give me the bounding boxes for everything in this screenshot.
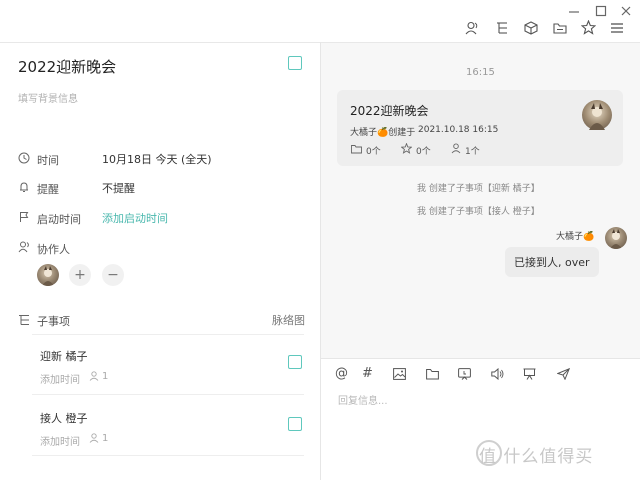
person-icon: [89, 371, 99, 381]
message-sender: 大橘子🍊: [556, 232, 595, 242]
folder-icon[interactable]: [553, 21, 567, 35]
card-stat-stars: 0个: [416, 147, 431, 157]
start-time-label: 启动时间: [37, 213, 81, 226]
card-creator: 大橘子🍊创建于: [350, 128, 416, 138]
watermark-text: 值 什么值得买: [479, 447, 594, 467]
bell-icon: [18, 181, 30, 193]
image-icon[interactable]: [393, 368, 406, 380]
members-icon[interactable]: [465, 21, 479, 35]
chat-timestamp: 16:15: [466, 67, 495, 78]
person-icon: [451, 143, 461, 154]
maximize-icon[interactable]: [595, 5, 607, 17]
mindmap-link[interactable]: 脉络图: [272, 312, 305, 328]
star-icon: [401, 143, 412, 154]
presentation-icon[interactable]: [523, 368, 536, 380]
card-stat-files: 0个: [366, 147, 381, 157]
system-message: 我 创建了子事项【接人 橙子】: [417, 207, 540, 217]
menu-icon[interactable]: [610, 21, 624, 35]
subtask-add-time[interactable]: 添加时间: [40, 433, 80, 448]
subtask-add-time[interactable]: 添加时间: [40, 371, 80, 386]
add-collaborator-button[interactable]: +: [69, 264, 91, 286]
subtask-checkbox[interactable]: [288, 355, 302, 369]
person-icon: [18, 241, 30, 253]
subtask-title[interactable]: 迎新 橘子: [40, 348, 88, 364]
card-stat-members: 1个: [465, 147, 480, 157]
time-value[interactable]: 10月18日 今天 (全天): [102, 151, 212, 167]
task-title[interactable]: 2022迎新晚会: [18, 56, 116, 77]
remove-collaborator-button[interactable]: −: [102, 264, 124, 286]
clock-icon: [18, 152, 30, 164]
sender-avatar[interactable]: [605, 227, 627, 249]
subtask-checkbox[interactable]: [288, 417, 302, 431]
collaborator-avatar[interactable]: [37, 264, 59, 286]
hashtag-icon[interactable]: #: [362, 367, 373, 381]
chat-screen-icon[interactable]: [458, 368, 471, 380]
time-label: 时间: [37, 154, 59, 167]
window-titlebar: [0, 0, 640, 42]
subtask-member-count: 1: [102, 371, 109, 382]
box-icon[interactable]: [524, 21, 538, 35]
star-icon[interactable]: [581, 20, 596, 35]
send-icon[interactable]: [557, 368, 570, 380]
speaker-icon[interactable]: [491, 368, 504, 380]
flag-icon: [18, 211, 30, 223]
system-message: 我 创建了子事项【迎新 橘子】: [417, 184, 540, 194]
background-info-input[interactable]: 填写背景信息: [18, 90, 78, 105]
task-complete-checkbox[interactable]: [288, 56, 302, 70]
card-title: 2022迎新晚会: [350, 104, 429, 118]
close-icon[interactable]: [620, 5, 632, 17]
reminder-label: 提醒: [37, 183, 59, 196]
card-created-time: 2021.10.18 16:15: [418, 125, 499, 135]
subtask-item[interactable]: [32, 335, 304, 395]
subtask-icon: [18, 314, 30, 326]
folder-icon[interactable]: [426, 368, 439, 380]
card-avatar: [582, 100, 612, 130]
person-icon: [89, 433, 99, 443]
subtask-tree-icon[interactable]: [495, 21, 509, 35]
message-bubble[interactable]: 已接到人, over: [505, 247, 599, 277]
reply-input[interactable]: 回复信息...: [338, 392, 388, 407]
folder-icon: [351, 144, 362, 154]
subtask-title[interactable]: 接人 橙子: [40, 410, 88, 426]
reminder-value[interactable]: 不提醒: [102, 180, 135, 196]
subtasks-label: 子事项: [37, 315, 70, 328]
minimize-icon[interactable]: [568, 6, 580, 18]
mention-icon[interactable]: @: [335, 367, 348, 381]
subtask-member-count: 1: [102, 433, 109, 444]
add-start-time-link[interactable]: 添加启动时间: [102, 210, 168, 226]
collaborators-label: 协作人: [37, 243, 70, 256]
